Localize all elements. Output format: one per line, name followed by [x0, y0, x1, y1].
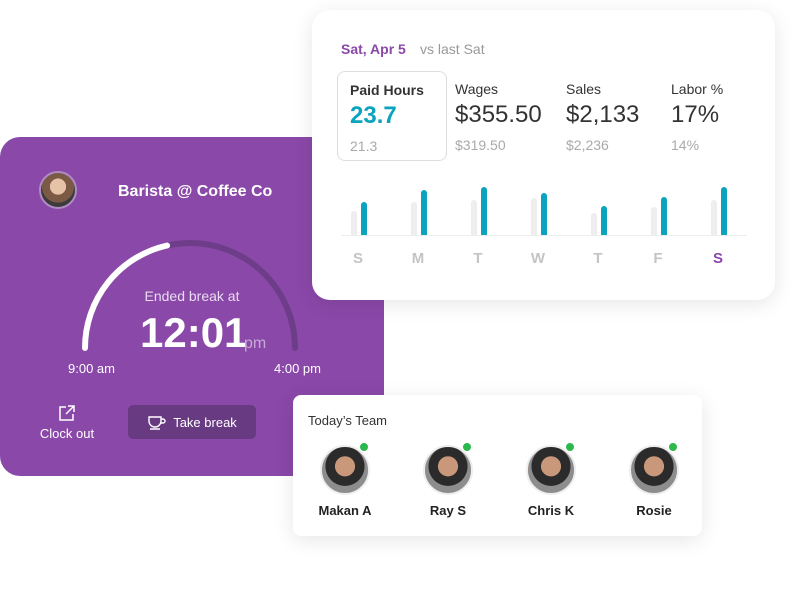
team-member[interactable]: Makan A [305, 442, 385, 518]
team-title: Today’s Team [308, 413, 388, 428]
metric-previous: $319.50 [455, 137, 506, 153]
current-bar-4 [601, 206, 607, 235]
previous-bar-3 [531, 198, 537, 235]
metric-previous: $2,236 [566, 137, 609, 153]
shift-end: 4:00 pm [274, 361, 321, 376]
member-avatar [423, 445, 473, 495]
metric-labor-[interactable]: Labor % 17% 14% [659, 71, 769, 161]
metric-wages[interactable]: Wages $355.50 $319.50 [443, 71, 553, 161]
metric-value: 23.7 [350, 102, 397, 129]
take-break-button[interactable]: Take break [128, 405, 256, 439]
online-status-icon [668, 442, 678, 452]
metric-value: $2,133 [566, 101, 640, 128]
shift-start: 9:00 am [68, 361, 115, 376]
previous-bar-0 [351, 211, 357, 235]
metric-name: Labor % [671, 81, 724, 97]
member-avatar [320, 445, 370, 495]
member-name: Rosie [636, 503, 672, 518]
metric-previous: 14% [671, 137, 700, 153]
day-label: W [530, 250, 546, 267]
metric-name: Paid Hours [350, 82, 424, 98]
online-status-icon [565, 442, 575, 452]
member-name: Chris K [527, 503, 575, 518]
online-status-icon [359, 442, 369, 452]
take-break-label: Take break [173, 414, 237, 430]
previous-bar-2 [471, 200, 477, 235]
clock-out-label: Clock out [39, 426, 95, 441]
day-label: T [473, 250, 483, 267]
clock-out-button[interactable]: Clock out [38, 403, 96, 441]
coffee-cup-icon [148, 416, 166, 430]
current-bar-2 [481, 187, 487, 235]
break-time: 12:01 [140, 309, 248, 356]
member-name: Makan A [318, 503, 372, 518]
current-bar-3 [541, 193, 547, 235]
previous-bar-6 [711, 200, 717, 235]
metric-paid-hours[interactable]: Paid Hours 23.7 21.3 [337, 71, 447, 161]
team-card: Today’s Team Makan A Ray S Chris K Rosie [293, 395, 702, 536]
previous-bar-1 [411, 202, 417, 235]
team-member[interactable]: Ray S [408, 442, 488, 518]
chart-baseline [341, 235, 747, 236]
metric-name: Wages [455, 81, 499, 97]
online-status-icon [462, 442, 472, 452]
metric-value: $355.50 [455, 101, 542, 128]
current-bar-5 [661, 197, 667, 235]
previous-bar-5 [651, 207, 657, 235]
metric-name: Sales [566, 81, 602, 97]
day-label: M [411, 250, 425, 267]
current-bar-6 [721, 187, 727, 235]
day-label: S [712, 250, 723, 267]
stats-card: Sat, Apr 5 vs last Sat Paid Hours 23.7 21.… [312, 10, 775, 300]
metric-sales[interactable]: Sales $2,133 $2,236 [554, 71, 664, 161]
metric-value: 17% [671, 101, 720, 128]
previous-bar-4 [591, 213, 597, 235]
stats-date: Sat, Apr 5 [341, 41, 406, 57]
member-avatar [526, 445, 576, 495]
daily-bar-chart: SMTWTFS [341, 170, 747, 275]
stats-compare: vs last Sat [420, 41, 485, 57]
current-bar-0 [361, 202, 367, 235]
team-member[interactable]: Rosie [614, 442, 694, 518]
external-link-icon [59, 405, 75, 421]
day-label: T [593, 250, 603, 267]
member-avatar [629, 445, 679, 495]
member-name: Ray S [429, 503, 467, 518]
break-meridiem: pm [244, 335, 267, 352]
day-label: F [653, 250, 663, 267]
current-bar-1 [421, 190, 427, 235]
day-label: S [352, 250, 363, 267]
metric-previous: 21.3 [350, 138, 378, 154]
team-member[interactable]: Chris K [511, 442, 591, 518]
